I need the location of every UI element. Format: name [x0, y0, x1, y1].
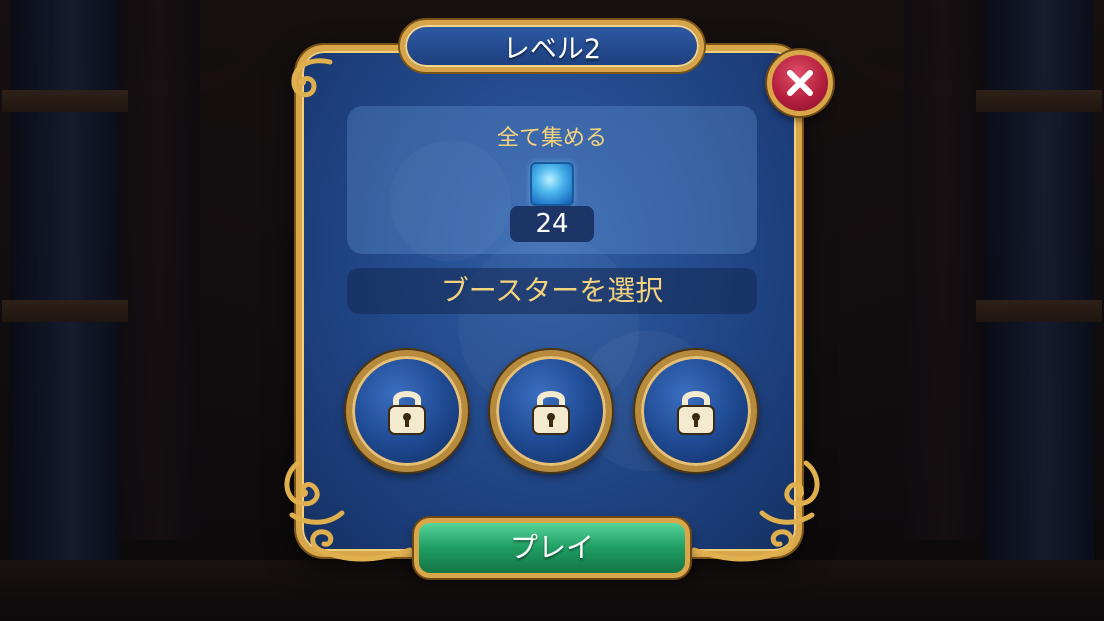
lock-icon [388, 391, 426, 435]
booster-slot-3[interactable] [635, 350, 757, 472]
booster-slot-2[interactable] [490, 350, 612, 472]
close-button[interactable] [767, 50, 833, 116]
play-button[interactable]: プレイ [414, 518, 690, 578]
lock-icon [532, 391, 570, 435]
level-title: レベル2 [502, 33, 602, 65]
lock-icon [677, 391, 715, 435]
close-icon [787, 70, 813, 96]
booster-slot-1[interactable] [346, 350, 468, 472]
goal-count: 24 [510, 206, 594, 242]
bottom-left-flourish [310, 529, 413, 562]
game-screen: レベル2 全て集める 24 ブースターを選択 プレイ [0, 0, 1104, 621]
level-title-plate: レベル2 [400, 20, 704, 72]
booster-header: ブースターを選択 [347, 268, 757, 314]
blue-gem-icon [530, 162, 574, 206]
top-left-scroll-ornament [291, 58, 333, 98]
bottom-right-flourish [691, 529, 794, 562]
goal-title: 全て集める [496, 126, 607, 151]
goal-panel: 全て集める 24 [347, 106, 757, 254]
